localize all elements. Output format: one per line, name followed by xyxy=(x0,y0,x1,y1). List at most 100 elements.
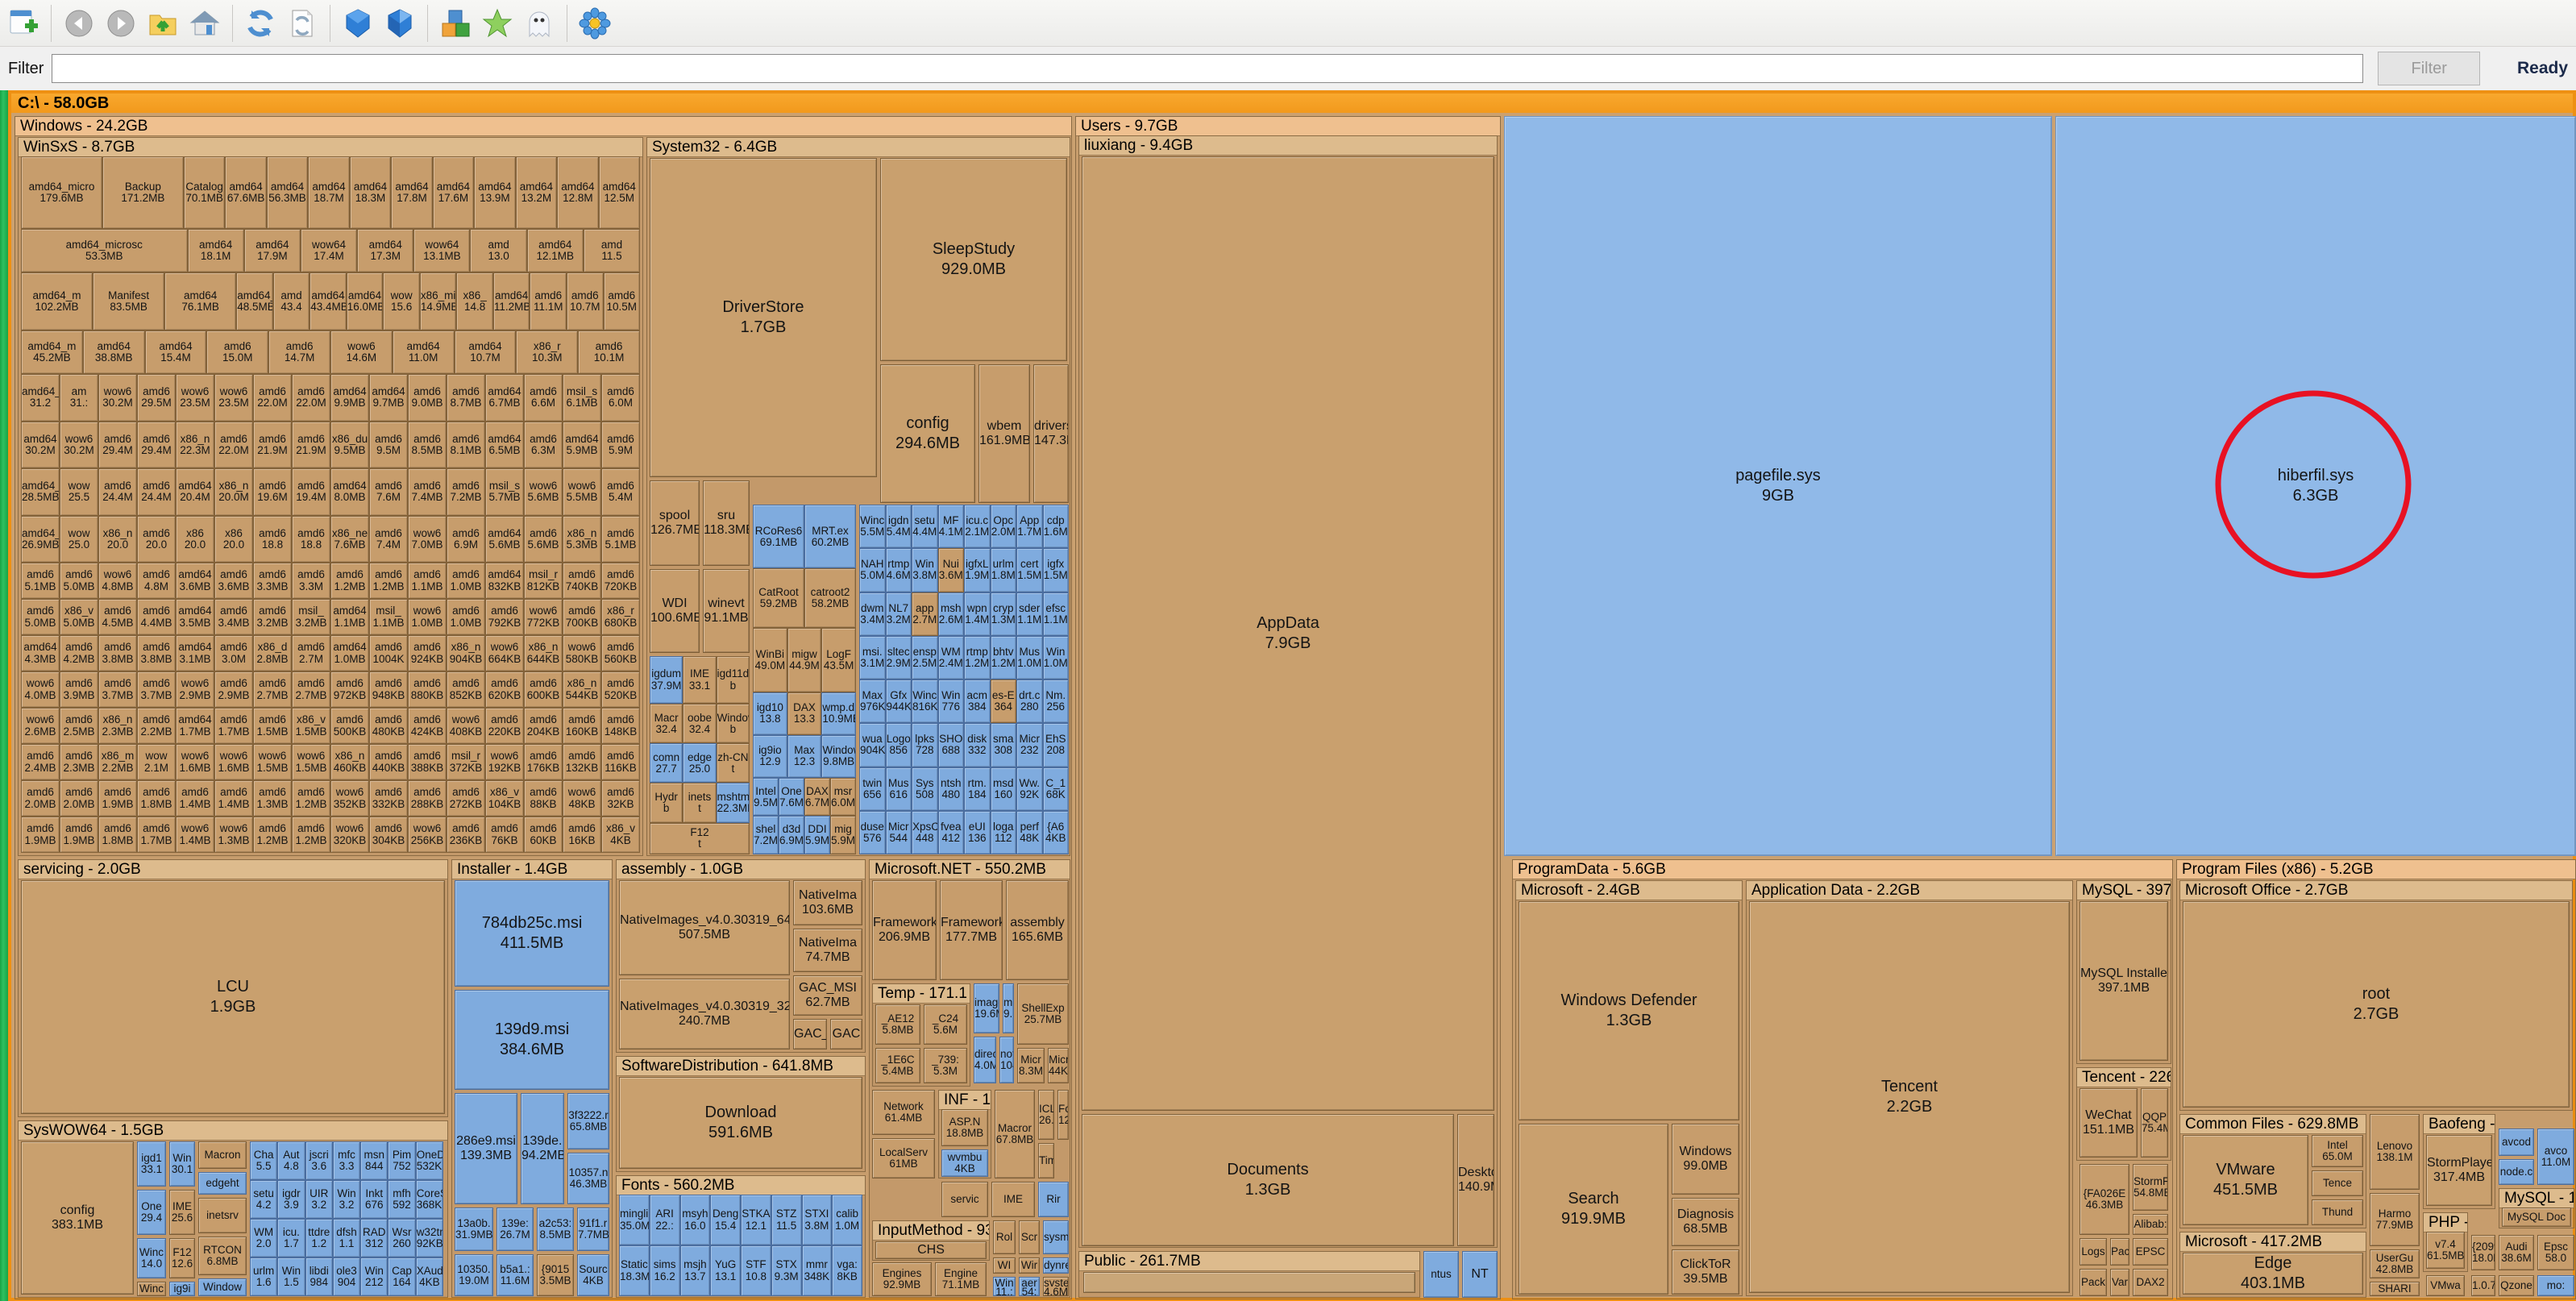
cell-max[interactable]: Max12.3 xyxy=(787,735,822,778)
cell-macror[interactable]: Macror67.8MB xyxy=(995,1090,1035,1178)
cell-wow6[interactable]: wow6664KB xyxy=(485,635,524,671)
cell-amd6[interactable]: amd61.4MB xyxy=(214,780,253,817)
cell-amd6[interactable]: amd61.0MB xyxy=(447,599,485,635)
cell-loga[interactable]: loga112 xyxy=(991,811,1017,854)
cell-sder[interactable]: sder1.1M xyxy=(1016,592,1043,636)
cell-a2c53[interactable]: a2c53:8.5MB xyxy=(537,1207,574,1251)
cell-engines[interactable]: Engines92.9MB xyxy=(872,1262,932,1296)
cell-tence[interactable]: Tence xyxy=(2312,1170,2363,1196)
cell-nt[interactable]: NT xyxy=(1462,1251,1498,1298)
cell-nl7[interactable]: NL73.2M xyxy=(886,592,912,636)
cell-amd6[interactable]: amd6500KB xyxy=(330,708,369,744)
cell-wow6[interactable]: wow6772KB xyxy=(524,599,563,635)
cell-wow6[interactable]: wow6256KB xyxy=(408,817,447,853)
cell-app[interactable]: App1.7M xyxy=(1016,505,1043,548)
cell-amd6[interactable]: amd632KB xyxy=(601,780,640,817)
cell-amd6[interactable]: amd660KB xyxy=(524,817,563,853)
configure-icon[interactable] xyxy=(576,5,613,42)
cell-macr[interactable]: Macr32.4 xyxy=(650,704,683,743)
cell-x86-r[interactable]: x86_r680KB xyxy=(601,599,640,635)
cell-wow6[interactable]: wow648KB xyxy=(563,780,601,817)
cell-d3d[interactable]: d3d6.9M xyxy=(779,816,804,854)
cell-one[interactable]: One29.4 xyxy=(137,1190,166,1235)
cell-amd6[interactable]: amd66.9M xyxy=(447,516,485,563)
cell-desktop[interactable]: Desktop140.9M xyxy=(1457,1114,1494,1246)
cell-amd6[interactable]: amd65.0MB xyxy=(60,563,98,599)
section-header-software-distribution[interactable]: SoftwareDistribution - 641.8MB xyxy=(617,1057,865,1076)
cell-amd64[interactable]: amd6412.5M xyxy=(599,156,640,229)
cell-nativeimages-v4-0-30319-64[interactable]: NativeImages_v4.0.30319_64507.5MB xyxy=(619,880,790,975)
cell-drt-c[interactable]: drt.c280 xyxy=(1016,680,1043,723)
cell-direct[interactable]: direct4.0MB xyxy=(974,1037,996,1083)
cell-wow6[interactable]: wow614.6M xyxy=(330,330,393,374)
cell-amd64[interactable]: amd646.7MB xyxy=(485,374,524,422)
cell-dax[interactable]: DAX13.3 xyxy=(787,692,822,735)
cell-wvmbu[interactable]: wvmbu4KB xyxy=(941,1149,988,1177)
cell-wow6[interactable]: wow630.2M xyxy=(98,374,137,422)
cell-oobe[interactable]: oobe32.4 xyxy=(683,704,716,743)
cell-ig9i[interactable]: ig9i xyxy=(169,1282,195,1296)
cell-catroot[interactable]: CatRoot59.2MB xyxy=(753,568,804,628)
cell-amd6[interactable]: amd6972KB xyxy=(330,671,369,708)
cell-x86-n[interactable]: x86_n544KB xyxy=(563,671,601,708)
cell-stf[interactable]: STF10.8 xyxy=(741,1245,771,1296)
cell-amd6[interactable]: amd64.8M xyxy=(137,563,176,599)
refresh-file-icon[interactable] xyxy=(284,5,321,42)
cell-xaudio2[interactable]: XAudio24KB xyxy=(416,1257,443,1296)
cell-msil[interactable]: msil_3.2MB xyxy=(292,599,330,635)
cell-amd6[interactable]: amd619.6M xyxy=(253,468,292,516)
cell-amd64[interactable]: amd645.9MB xyxy=(563,422,601,469)
cell-rtm[interactable]: rtm.184 xyxy=(964,767,991,811)
cell-amd6[interactable]: amd610.1M xyxy=(578,330,640,374)
cell-framework[interactable]: Framework177.7MB xyxy=(940,880,1003,980)
cell-amd64[interactable]: amd644.3MB xyxy=(21,635,60,671)
cell-ntsh[interactable]: ntsh480 xyxy=(938,767,965,811)
section-header-system32[interactable]: System32 - 6.4GB xyxy=(647,138,1070,157)
cell-sleepstudy[interactable]: SleepStudy929.0MB xyxy=(880,158,1067,361)
cell-f12[interactable]: F12t xyxy=(650,823,750,854)
cell-amd6[interactable]: amd610.5M xyxy=(604,272,641,330)
cell-igd1[interactable]: igd133.1 xyxy=(137,1141,166,1187)
cell-amd6[interactable]: amd63.8MB xyxy=(137,635,176,671)
cell-driverstore[interactable]: DriverStore1.7GB xyxy=(650,158,877,477)
cell-qqp[interactable]: QQP75.4M xyxy=(2141,1088,2168,1158)
cell-amd64[interactable]: amd64832KB xyxy=(485,563,524,599)
section-header-microsoft-office[interactable]: Microsoft Office - 2.7GB xyxy=(2180,881,2572,900)
cell-intel[interactable]: Intel9.5M xyxy=(753,778,779,817)
cell-amd6[interactable]: amd6852KB xyxy=(447,671,485,708)
cell-logs[interactable]: Logs xyxy=(2079,1238,2107,1266)
cell-hiberfil-sys[interactable]: hiberfil.sys6.3GB xyxy=(2055,116,2576,856)
cell-perf[interactable]: perf48K xyxy=(1016,811,1043,854)
cell-wow[interactable]: wow2.1M xyxy=(137,744,176,780)
cell-localserv[interactable]: LocalServ61MB xyxy=(872,1138,935,1178)
cell-var[interactable]: Var xyxy=(2110,1269,2129,1296)
cell-msil-r[interactable]: msil_r812KB xyxy=(524,563,563,599)
cell-amd6[interactable]: amd61.7MB xyxy=(214,708,253,744)
cell-1e6c[interactable]: _1E6C5.4MB xyxy=(875,1048,920,1083)
cell-amd6[interactable]: amd6560KB xyxy=(601,635,640,671)
cell-2099[interactable]: {209918.0M xyxy=(2471,1235,2495,1270)
forward-icon[interactable] xyxy=(102,5,139,42)
cell-amd64[interactable]: amd645.6MB xyxy=(485,516,524,563)
cell-onedriv[interactable]: OneDriv532KB xyxy=(416,1141,443,1180)
cell-amd6[interactable]: amd6700KB xyxy=(563,599,601,635)
cell-amd64[interactable]: amd64_28.5MB xyxy=(21,468,60,516)
cell-nativeima[interactable]: NativeIma103.6MB xyxy=(793,880,862,925)
cell-mm[interactable]: mm9.1M xyxy=(1003,983,1014,1033)
cell-wow6[interactable]: wow6192KB xyxy=(485,744,524,780)
cell-c24[interactable]: _C245.6M xyxy=(924,1004,967,1045)
cell-pagefile-sys[interactable]: pagefile.sys9GB xyxy=(1504,116,2052,856)
cell-amd6[interactable]: amd621.9M xyxy=(292,422,330,469)
cell-wow6[interactable]: wow61.5MB xyxy=(292,744,330,780)
cell-amd6[interactable]: amd63.3M xyxy=(292,563,330,599)
cell-amd64[interactable]: amd649.9MB xyxy=(330,374,369,422)
cell-x86-mi[interactable]: x86_mi14.9MB xyxy=(420,272,457,330)
star-icon[interactable] xyxy=(479,5,516,42)
cell-wow6[interactable]: wow6408KB xyxy=(447,708,485,744)
ghost-icon[interactable] xyxy=(521,5,558,42)
cell-amd64[interactable]: amd6413.9M xyxy=(474,156,515,229)
cell-win[interactable]: Win1.5 xyxy=(277,1257,305,1296)
cell-amd64[interactable]: amd6411.2MB xyxy=(493,272,530,330)
cell-win[interactable]: Win3.8M xyxy=(912,548,938,592)
cell-amd64[interactable]: amd643.6MB xyxy=(176,563,214,599)
